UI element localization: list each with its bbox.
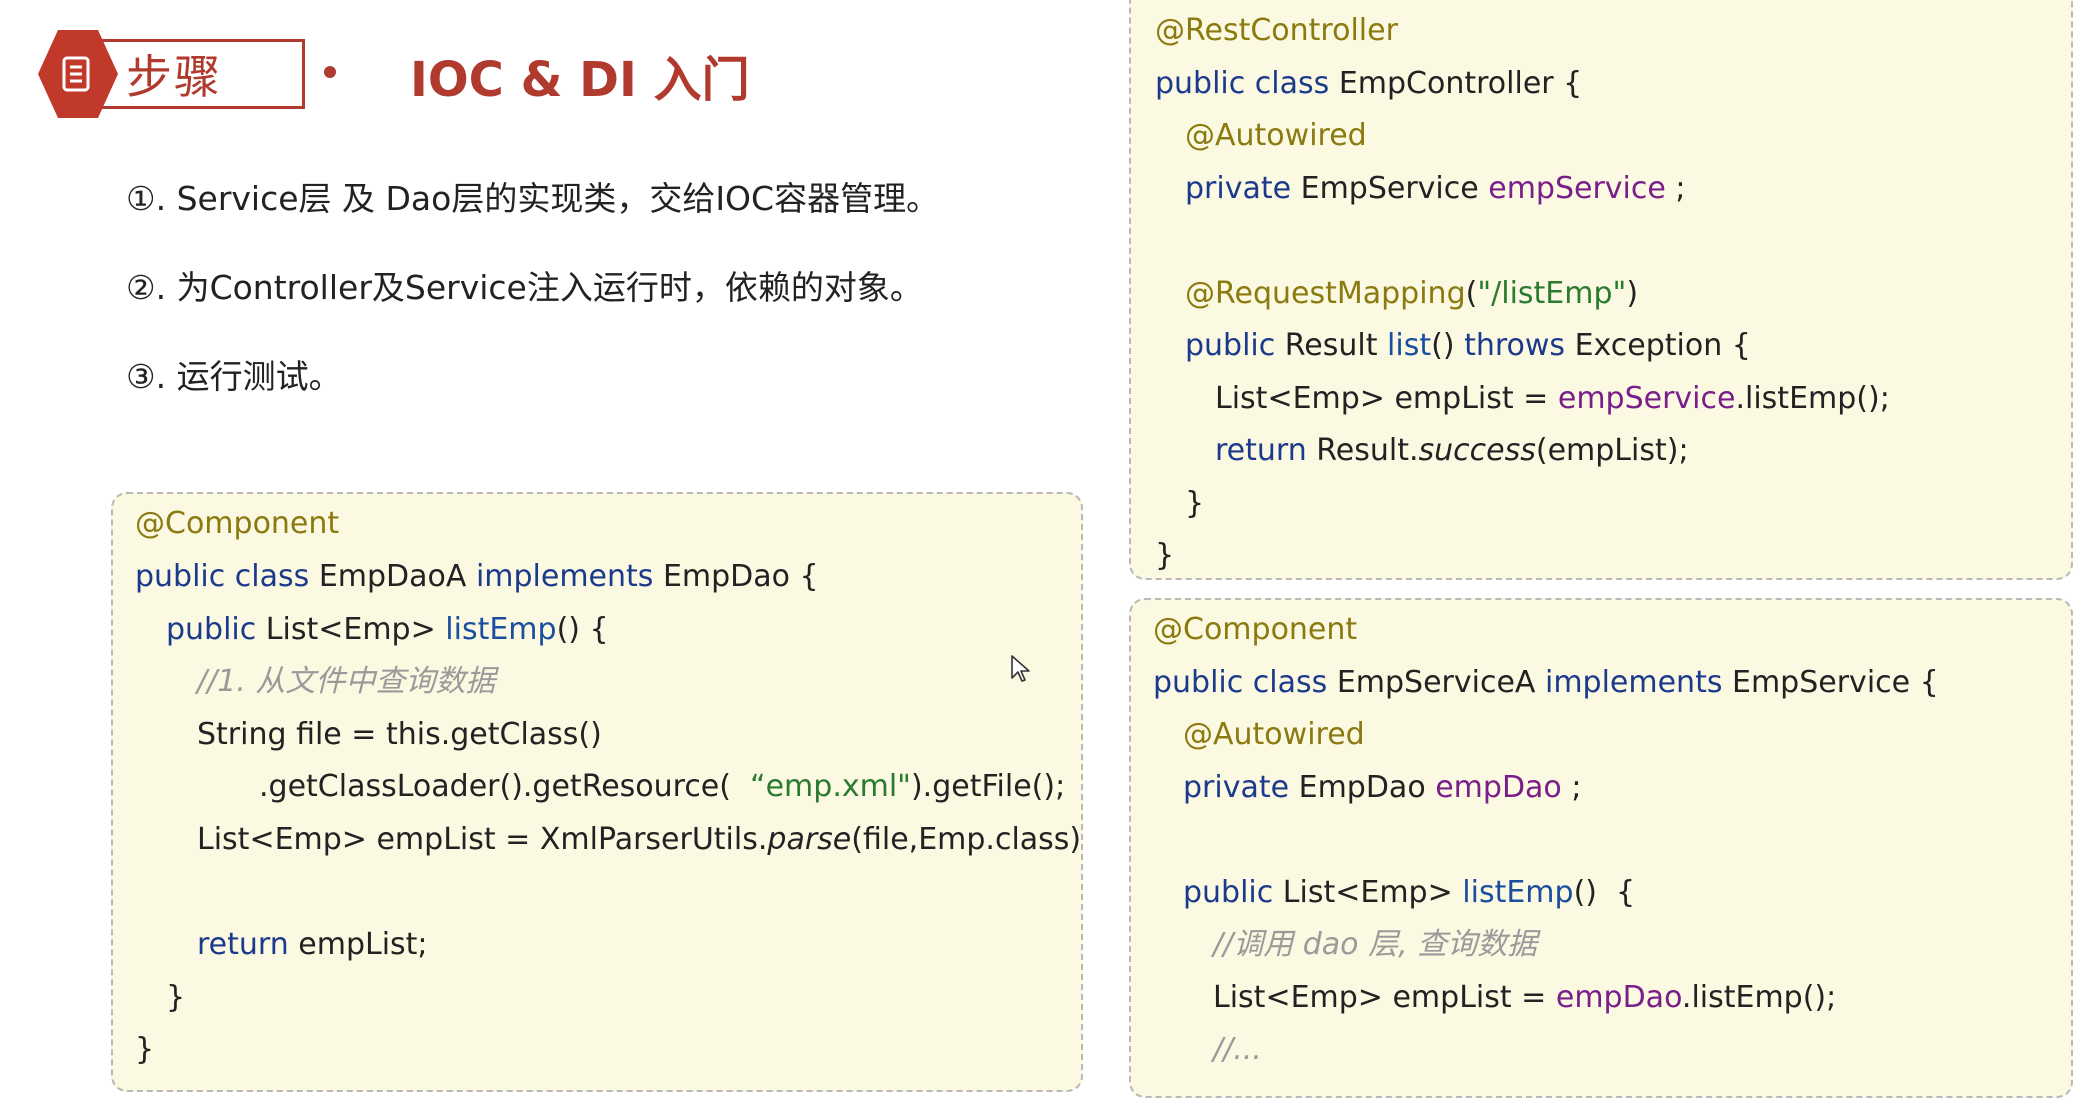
mouse-pointer-icon <box>1010 654 1032 688</box>
code-line: List<Emp> empList = XmlParserUtils.parse… <box>197 822 1083 857</box>
code-line: private EmpDao empDao ; <box>1183 770 1582 805</box>
code-line: } <box>1185 486 1205 521</box>
code-line: @RequestMapping("/listEmp") <box>1185 276 1639 311</box>
step-3: ③. 运行测试。 <box>126 357 342 396</box>
code-line: } <box>166 980 186 1015</box>
code-line: .getClassLoader().getResource( “emp.xml"… <box>259 769 1066 804</box>
code-line: public class EmpController { <box>1155 66 1583 101</box>
code-line: @RestController <box>1155 13 1398 48</box>
code-line: } <box>1155 538 1175 573</box>
code-line: @Component <box>135 506 340 541</box>
code-comment: //1. 从文件中查询数据 <box>197 664 496 699</box>
badge-label: 步骤 <box>126 50 222 104</box>
code-line: return empList; <box>197 927 428 962</box>
code-line: List<Emp> empList = empService.listEmp()… <box>1215 381 1890 416</box>
code-comment: //调用 dao 层, 查询数据 <box>1213 927 1538 962</box>
code-line: public class EmpServiceA implements EmpS… <box>1153 665 1939 700</box>
controller-code-block: @RestController public class EmpControll… <box>1129 0 2073 580</box>
code-line: public List<Emp> listEmp() { <box>166 612 609 647</box>
code-line: public Result list() throws Exception { <box>1185 328 1751 363</box>
code-line: String file = this.getClass() <box>197 717 602 752</box>
code-line: public class EmpDaoA implements EmpDao { <box>135 559 819 594</box>
step-1: ①. Service层 及 Dao层的实现类，交给IOC容器管理。 <box>126 179 940 218</box>
code-line: @Autowired <box>1183 717 1365 752</box>
code-line: return Result.success(empList); <box>1215 433 1689 468</box>
code-line: @Autowired <box>1185 118 1367 153</box>
step-2: ②. 为Controller及Service注入运行时，依赖的对象。 <box>126 268 923 307</box>
title-bullet <box>324 66 336 78</box>
code-line: public List<Emp> listEmp() { <box>1183 875 1636 910</box>
dao-code-block: @Component public class EmpDaoA implemen… <box>111 492 1083 1092</box>
page-title: IOC & DI 入门 <box>410 52 750 108</box>
code-line: } <box>135 1032 155 1067</box>
code-line: private EmpService empService ; <box>1185 171 1686 206</box>
code-line: @Component <box>1153 612 1358 647</box>
service-code-block: @Component public class EmpServiceA impl… <box>1129 598 2073 1098</box>
code-comment: //... <box>1213 1032 1262 1067</box>
code-line: List<Emp> empList = empDao.listEmp(); <box>1213 980 1837 1015</box>
badge-label-box: 步骤 <box>93 39 305 109</box>
